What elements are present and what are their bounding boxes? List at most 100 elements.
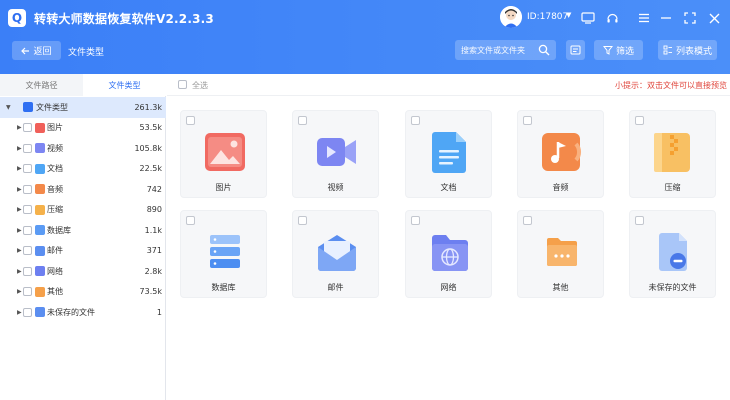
card-checkbox[interactable] (411, 116, 420, 125)
select-all-label[interactable]: 全选 (192, 80, 208, 91)
file-type-card[interactable]: 压缩 (629, 110, 716, 198)
card-checkbox[interactable] (523, 116, 532, 125)
tree-item-label: 图片 (47, 123, 63, 133)
close-icon[interactable] (706, 10, 722, 26)
expand-arrow-icon[interactable]: ▶ (17, 247, 22, 254)
tree-item-checkbox[interactable] (23, 205, 32, 215)
card-label: 压缩 (664, 183, 681, 192)
maximize-icon[interactable] (682, 10, 698, 26)
file-type-icon (35, 266, 45, 277)
expand-arrow-icon[interactable]: ▶ (17, 165, 22, 172)
file-type-card[interactable]: 网络 (405, 210, 492, 298)
card-label: 网络 (440, 283, 457, 292)
file-type-card[interactable]: 未保存的文件 (629, 210, 716, 298)
tree-item-label: 数据库 (47, 225, 71, 235)
file-type-card[interactable]: 邮件 (292, 210, 379, 298)
tree-item-checkbox[interactable] (23, 266, 32, 276)
select-all-checkbox[interactable] (178, 80, 187, 89)
tree-item-checkbox[interactable] (23, 287, 32, 297)
tree-item[interactable]: ▶ 其他 73.5k (0, 282, 166, 303)
main-area: 全选 小提示：双击文件可以直接预览 图片 视频 文档 音频 压缩数据库 邮件 网络 其他 未保存… (167, 74, 730, 400)
user-menu-caret[interactable]: ▼ (566, 11, 571, 19)
tree-item-label: 网络 (47, 266, 63, 276)
tree-item[interactable]: ▶ 网络 2.8k (0, 261, 166, 282)
back-button-label: 返回 (33, 47, 52, 57)
tree-item-checkbox[interactable] (23, 164, 32, 174)
tree-item-checkbox[interactable] (23, 123, 32, 133)
search-icon[interactable] (538, 44, 550, 56)
tree-item[interactable]: ▶ 未保存的文件 1 (0, 302, 166, 323)
tab-file-type[interactable]: 文件类型 (83, 74, 166, 96)
main-toolbar: 全选 小提示：双击文件可以直接预览 (167, 74, 730, 96)
tree-item-label: 其他 (47, 287, 63, 297)
search-input[interactable] (461, 43, 537, 57)
filter-button[interactable]: 筛选 (594, 40, 643, 60)
card-checkbox[interactable] (635, 116, 644, 125)
tree-item[interactable]: ▶ 邮件 371 (0, 241, 166, 262)
filter-label: 筛选 (615, 46, 634, 57)
tree-item[interactable]: ▶ 压缩 890 (0, 200, 166, 221)
expand-arrow-icon[interactable]: ▶ (17, 227, 22, 234)
menu-icon[interactable] (636, 10, 652, 26)
sort-button[interactable] (566, 40, 585, 60)
tree-item[interactable]: ▶ 文档 22.5k (0, 159, 166, 180)
document-icon (432, 132, 466, 173)
archive-icon (654, 133, 690, 172)
expand-arrow-icon[interactable]: ▶ (17, 268, 22, 275)
card-checkbox[interactable] (635, 216, 644, 225)
tree-root[interactable]: ▼ 文件类型 261.3k (0, 97, 166, 118)
card-checkbox[interactable] (186, 116, 195, 125)
file-type-card[interactable]: 图片 (180, 110, 267, 198)
card-label: 邮件 (327, 283, 344, 292)
list-mode-button[interactable]: 列表模式 (658, 40, 717, 60)
expand-arrow-icon[interactable]: ▼ (6, 104, 11, 111)
tree-item-count: 1 (156, 307, 162, 317)
file-type-card[interactable]: 音频 (517, 110, 604, 198)
preview-hint: 小提示：双击文件可以直接预览 (615, 81, 727, 90)
file-type-card[interactable]: 数据库 (180, 210, 267, 298)
expand-arrow-icon[interactable]: ▶ (17, 206, 22, 213)
card-label: 未保存的文件 (648, 283, 697, 292)
tree-item-checkbox[interactable] (23, 246, 32, 256)
tree-item-checkbox[interactable] (23, 307, 32, 317)
tree-item-checkbox[interactable] (23, 143, 32, 153)
network-icon (432, 235, 468, 271)
tree-item-count: 53.5k (139, 123, 162, 133)
filter-icon (602, 46, 613, 55)
file-type-card[interactable]: 视频 (292, 110, 379, 198)
back-button[interactable]: 返回 (12, 41, 61, 60)
screen-icon[interactable] (580, 10, 596, 26)
card-label: 图片 (215, 183, 232, 192)
tree-item-checkbox[interactable] (23, 184, 32, 194)
left-panel: 文件路径 文件类型 ▼ 文件类型 261.3k ▶ 图片 53.5k ▶ 视频 105.8… (0, 74, 166, 400)
file-type-icon (35, 143, 45, 154)
expand-arrow-icon[interactable]: ▶ (17, 288, 22, 295)
user-avatar[interactable] (500, 6, 522, 28)
search-box[interactable] (455, 40, 556, 60)
expand-arrow-icon[interactable]: ▶ (17, 186, 22, 193)
expand-arrow-icon[interactable]: ▶ (17, 309, 22, 316)
tree-item[interactable]: ▶ 图片 53.5k (0, 118, 166, 139)
expand-arrow-icon[interactable]: ▶ (17, 145, 22, 152)
back-arrow-icon (21, 47, 30, 54)
tab-file-path[interactable]: 文件路径 (0, 74, 83, 96)
support-icon[interactable] (604, 10, 620, 26)
tree-item[interactable]: ▶ 音频 742 (0, 179, 166, 200)
tree-item-label: 压缩 (47, 205, 63, 215)
file-type-card[interactable]: 文档 (405, 110, 492, 198)
tree-item[interactable]: ▶ 数据库 1.1k (0, 220, 166, 241)
tree-item-count: 890 (146, 205, 162, 215)
card-checkbox[interactable] (523, 216, 532, 225)
expand-arrow-icon[interactable]: ▶ (17, 124, 22, 131)
user-id[interactable]: ID:17807 (527, 12, 568, 22)
card-checkbox[interactable] (298, 116, 307, 125)
tree-item[interactable]: ▶ 视频 105.8k (0, 138, 166, 159)
tree-item-count: 371 (146, 246, 162, 256)
card-checkbox[interactable] (186, 216, 195, 225)
file-type-card[interactable]: 其他 (517, 210, 604, 298)
card-checkbox[interactable] (298, 216, 307, 225)
card-checkbox[interactable] (411, 216, 420, 225)
minimize-icon[interactable] (658, 10, 674, 26)
app-logo: Q (8, 9, 26, 27)
tree-item-checkbox[interactable] (23, 225, 32, 235)
